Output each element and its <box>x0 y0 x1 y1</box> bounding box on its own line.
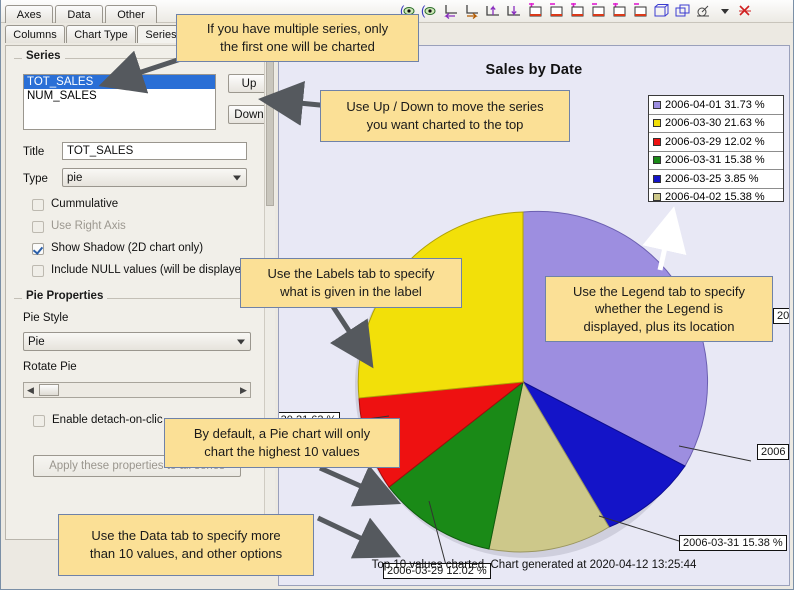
callout-line: Use the Labels tab to specify <box>267 266 435 282</box>
series-listbox[interactable]: TOT_SALES NUM_SALES <box>23 74 216 130</box>
callout-line: than 10 values, and other options <box>89 546 283 561</box>
checkbox-use-right-axis[interactable] <box>32 221 44 233</box>
legend-row: 2006-03-25 3.85 % <box>649 170 783 189</box>
delete-chart-icon[interactable] <box>735 2 755 21</box>
add-row-above-icon[interactable] <box>525 2 545 21</box>
legend-label: 2006-04-02 15.38 % <box>665 191 765 204</box>
callout-line: the first one will be charted <box>220 39 375 54</box>
toolbar-icon-group: ( ( <box>399 1 755 21</box>
pie-style-select[interactable]: Pie <box>23 332 251 351</box>
add-column-icon[interactable] <box>609 2 629 21</box>
raise-icon[interactable] <box>483 2 503 21</box>
legend-row: 2006-04-01 31.73 % <box>649 96 783 115</box>
rotate-icon[interactable] <box>693 2 713 21</box>
legend-swatch <box>653 193 661 202</box>
legend-row: 2006-03-30 21.63 % <box>649 115 783 133</box>
legend-label: 2006-03-25 3.85 % <box>665 172 759 185</box>
legend-swatch <box>653 100 661 109</box>
rotate-pie-slider[interactable]: ◀ ▶ <box>23 382 251 398</box>
callout-data-tab: Use the Data tab to specify more than 10… <box>58 514 314 576</box>
legend-label: 2006-03-29 12.02 % <box>665 135 765 148</box>
legend-label: 2006-04-01 31.73 % <box>665 98 765 111</box>
pie-style-label: Pie Style <box>23 312 69 324</box>
align-left-icon[interactable] <box>441 2 461 21</box>
callout-line: you want charted to the top <box>366 117 524 132</box>
remove-row-above-icon[interactable] <box>546 2 566 21</box>
callout-line: By default, a Pie chart will only <box>193 426 371 442</box>
checkbox-cummulative-label: Cummulative <box>51 198 119 210</box>
checkbox-cummulative[interactable] <box>32 199 44 211</box>
callout-legend-tab: Use the Legend tab to specify whether th… <box>545 276 773 342</box>
slider-thumb[interactable] <box>39 384 59 396</box>
add-row-below-icon[interactable] <box>567 2 587 21</box>
duplicate-icon[interactable] <box>672 2 692 21</box>
callout-line: Use the Legend tab to specify <box>572 283 745 299</box>
callout-multiple-series: If you have multiple series, only the fi… <box>176 14 419 62</box>
legend-row: 2006-03-31 15.38 % <box>649 152 783 170</box>
tab-data[interactable]: Data <box>55 5 103 23</box>
tab-columns[interactable]: Columns <box>5 25 65 43</box>
series-type-value: pie <box>67 171 83 184</box>
list-item[interactable]: TOT_SALES <box>24 75 215 89</box>
list-item[interactable]: NUM_SALES <box>24 89 215 103</box>
legend-label: 2006-03-30 21.63 % <box>665 117 765 130</box>
legend-label: 2006-03-31 15.38 % <box>665 154 765 167</box>
slider-left-arrow-icon[interactable]: ◀ <box>24 383 37 397</box>
callout-line: whether the Legend is <box>595 301 723 317</box>
series-title-input[interactable]: TOT_SALES <box>62 142 247 160</box>
callout-line: chart the highest 10 values <box>204 444 360 459</box>
hide-icon[interactable]: ( <box>420 2 440 21</box>
callout-line: Use the Data tab to specify more <box>91 528 281 544</box>
checkbox-include-null[interactable] <box>32 265 44 277</box>
legend-row: 2006-04-02 15.38 % <box>649 189 783 207</box>
pie-slice-label: 2006 <box>757 444 789 460</box>
legend-row: 2006-03-29 12.02 % <box>649 133 783 152</box>
series-type-label: Type <box>23 173 48 185</box>
series-type-select[interactable]: pie <box>62 168 247 187</box>
tab-chart-type[interactable]: Chart Type <box>66 25 136 43</box>
legend-swatch <box>653 137 661 146</box>
checkbox-include-null-label: Include NULL values (will be displayed a <box>51 264 258 276</box>
checkbox-detach-on-click-label: Enable detach-on-clic <box>52 414 163 426</box>
legend-swatch <box>653 119 661 128</box>
lower-icon[interactable] <box>504 2 524 21</box>
panel-scrollbar-thumb[interactable] <box>266 46 274 206</box>
chart-legend: 2006-04-01 31.73 % 2006-03-30 21.63 % 20… <box>648 95 784 203</box>
dropdown-arrow-icon[interactable] <box>714 2 734 21</box>
remove-row-below-icon[interactable] <box>588 2 608 21</box>
checkbox-show-shadow-label: Show Shadow (2D chart only) <box>51 242 204 254</box>
callout-labels-tab: Use the Labels tab to specify what is gi… <box>240 258 462 308</box>
slider-right-arrow-icon[interactable]: ▶ <box>237 383 250 397</box>
checkbox-detach-on-click[interactable] <box>33 415 45 427</box>
remove-column-icon[interactable] <box>630 2 650 21</box>
callout-top-10: By default, a Pie chart will only chart … <box>164 418 400 468</box>
callout-line: Use Up / Down to move the series <box>346 99 544 115</box>
chart-footer-text: Top 10 values charted. Chart generated a… <box>371 559 697 571</box>
cube-icon[interactable] <box>651 2 671 21</box>
chevron-down-icon <box>237 339 245 344</box>
pie-style-value: Pie <box>28 335 45 348</box>
tab-other[interactable]: Other <box>105 5 157 23</box>
callout-line: If you have multiple series, only <box>206 21 389 37</box>
align-right-icon[interactable] <box>462 2 482 21</box>
checkbox-show-shadow[interactable] <box>32 243 44 255</box>
callout-up-down: Use Up / Down to move the series you wan… <box>320 90 570 142</box>
legend-swatch <box>653 156 661 165</box>
callout-line: what is given in the label <box>280 284 422 299</box>
tab-axes[interactable]: Axes <box>5 5 53 23</box>
checkbox-use-right-axis-label: Use Right Axis <box>51 220 126 232</box>
pie-properties-title: Pie Properties <box>22 290 108 302</box>
callout-line: displayed, plus its location <box>583 318 735 334</box>
legend-swatch <box>653 174 661 183</box>
pie-slice-label: 2006-03-31 15.38 % <box>679 535 787 551</box>
series-title-label: Title <box>23 146 45 158</box>
chevron-down-icon <box>233 175 241 180</box>
pie-slice-label: 200 <box>773 308 789 324</box>
series-group-title: Series <box>22 50 65 62</box>
rotate-pie-label: Rotate Pie <box>23 361 77 373</box>
